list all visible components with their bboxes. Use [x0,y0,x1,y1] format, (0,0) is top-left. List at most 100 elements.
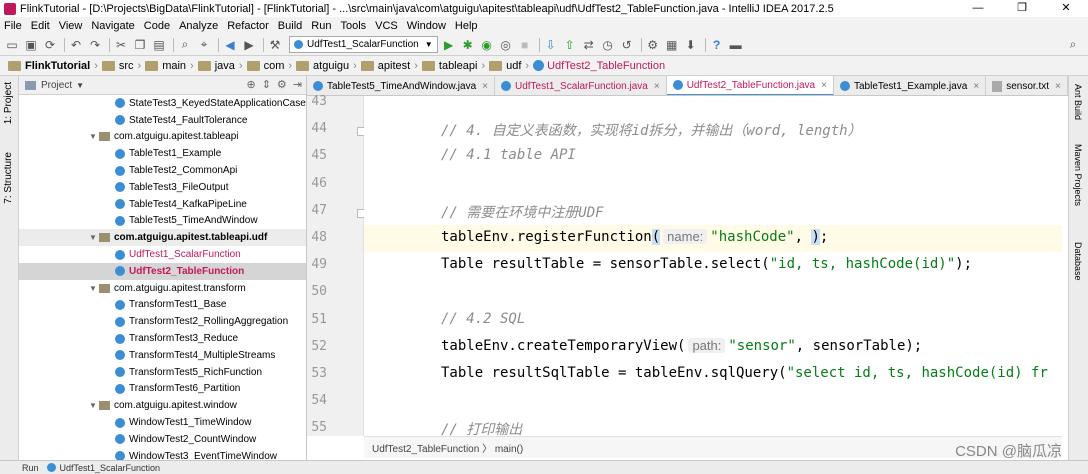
sync-icon[interactable]: ⟳ [42,37,58,53]
run-config-dropdown[interactable]: UdfTest1_ScalarFunction ▼ [289,36,438,53]
tree-class[interactable]: TransformTest6_Partition [19,381,306,398]
coverage-icon[interactable]: ◉ [479,37,495,53]
code-line[interactable]: Table resultSqlTable = tableEnv.sqlQuery… [441,365,1048,381]
menu-run[interactable]: Run [311,20,331,32]
menu-window[interactable]: Window [407,20,446,32]
hide-icon[interactable]: ⇥ [293,78,302,91]
maximize-button[interactable]: ❐ [1000,0,1044,17]
editor-tab[interactable]: TableTest1_Example.java × [834,76,987,95]
project-structure-icon[interactable]: ▦ [664,37,680,53]
project-panel-title[interactable]: Project [41,80,72,91]
menu-analyze[interactable]: Analyze [179,20,218,32]
breadcrumb-apitest[interactable]: apitest › [360,60,418,72]
code-line[interactable]: // 4.2 SQL [441,311,525,327]
tree-class[interactable]: TransformTest5_RichFunction [19,364,306,381]
tree-package[interactable]: ▼ com.atguigu.apitest.tableapi.udf [19,229,306,247]
search-everywhere-icon[interactable]: ⌕ [1065,37,1081,53]
tree-package[interactable]: ▼ com.atguigu.apitest.tableapi [19,129,306,146]
close-icon[interactable]: × [1055,81,1061,92]
help-icon[interactable]: ? [709,37,725,53]
ant-build-tool-tab[interactable]: Ant Build [1073,84,1083,120]
editor-tab[interactable]: UdfTest1_ScalarFunction.java × [495,76,667,95]
chevron-down-icon[interactable]: ▼ [89,401,99,410]
tree-class[interactable]: UdfTest1_ScalarFunction [19,246,306,263]
tree-class[interactable]: WindowTest1_TimeWindow [19,414,306,431]
chevron-down-icon[interactable]: ▼ [89,284,99,293]
tree-class[interactable]: UdfTest2_TableFunction [19,262,306,280]
code-editor[interactable]: // 4. 自定义表函数，实现将id拆分，并输出（word, length） //… [364,96,1062,436]
close-icon[interactable]: × [973,81,979,92]
minimize-button[interactable]: — [956,0,1000,17]
vcs-commit-icon[interactable]: ⇧ [562,37,578,53]
close-button[interactable]: ✕ [1044,0,1088,17]
database-tool-tab[interactable]: Database [1073,242,1083,281]
menu-edit[interactable]: Edit [31,20,50,32]
run-config-name[interactable]: UdfTest1_ScalarFunction [60,463,161,473]
tree-class[interactable]: TableTest2_CommonApi [19,162,306,179]
tree-class[interactable]: StateTest3_KeyedStateApplicationCase [19,95,306,112]
undo-icon[interactable]: ↶ [68,37,84,53]
code-line[interactable]: Table resultTable = sensorTable.select("… [441,256,972,272]
tree-class[interactable]: WindowTest3_EventTimeWindow [19,448,306,460]
breadcrumb-com[interactable]: com › [246,60,292,72]
tree-package[interactable]: ▼ com.atguigu.apitest.transform [19,280,306,297]
breadcrumb-current-class[interactable]: UdfTest2_TableFunction [533,60,665,72]
menu-build[interactable]: Build [278,20,302,32]
profile-icon[interactable]: ◎ [498,37,514,53]
code-line[interactable]: // 需要在环境中注册UDF [441,202,604,222]
breadcrumb-java[interactable]: java › [197,60,243,72]
tree-package[interactable]: ▼ com.atguigu.apitest.window [19,397,306,414]
debug-icon[interactable]: ✱ [460,37,476,53]
menu-vcs[interactable]: VCS [375,20,398,32]
editor-tab[interactable]: TableTest5_TimeAndWindow.java × [307,76,495,95]
tree-class[interactable]: TransformTest2_RollingAggregation [19,313,306,330]
tree-class[interactable]: TableTest3_FileOutput [19,179,306,196]
tree-class[interactable]: TransformTest1_Base [19,297,306,314]
replace-icon[interactable]: ⌖ [196,37,212,53]
forward-icon[interactable]: ▶ [241,37,257,53]
cut-icon[interactable]: ✂ [113,37,129,53]
code-line[interactable]: // 4.1 table API [441,147,576,163]
tree-class[interactable]: TableTest1_Example [19,145,306,162]
menu-refactor[interactable]: Refactor [227,20,269,32]
run-icon[interactable]: ▶ [441,37,457,53]
save-icon[interactable]: ▣ [23,37,39,53]
breadcrumb-src[interactable]: src › [101,60,141,72]
vcs-revert-icon[interactable]: ↺ [619,37,635,53]
copy-icon[interactable]: ❐ [132,37,148,53]
structure-tool-tab[interactable]: 7: Structure [3,152,14,204]
menu-help[interactable]: Help [455,20,478,32]
tree-class[interactable]: TransformTest3_Reduce [19,330,306,347]
collapse-icon[interactable]: ⇕ [262,78,271,91]
tree-class[interactable]: TransformTest4_MultipleStreams [19,347,306,364]
tree-class[interactable]: TableTest4_KafkaPipeLine [19,196,306,213]
sdk-icon[interactable]: ⬇ [683,37,699,53]
tree-class[interactable]: StateTest4_FaultTolerance [19,112,306,129]
menu-navigate[interactable]: Navigate [91,20,134,32]
breadcrumb-project[interactable]: FlinkTutorial › [8,60,98,72]
close-icon[interactable]: × [821,80,827,91]
redo-icon[interactable]: ↷ [87,37,103,53]
gear-icon[interactable]: ⚙ [277,78,287,91]
editor-tab[interactable]: UdfTest2_TableFunction.java × [666,76,834,95]
run-tool-tab[interactable]: Run [22,463,39,473]
chevron-down-icon[interactable]: ▼ [76,81,84,90]
paste-icon[interactable]: ▤ [151,37,167,53]
editor-tab[interactable]: sensor.txt × [986,76,1068,95]
breadcrumb-main[interactable]: main › [145,60,194,72]
vcs-compare-icon[interactable]: ⇄ [581,37,597,53]
code-line[interactable]: // 4. 自定义表函数，实现将id拆分，并输出（word, length） [441,120,862,140]
menu-code[interactable]: Code [144,20,170,32]
editor-breadcrumb-text[interactable]: UdfTest2_TableFunction 〉 main() [372,440,523,455]
menu-tools[interactable]: Tools [340,20,366,32]
code-line[interactable]: tableEnv.registerFunction(name: "hashCode… [441,229,828,245]
project-tool-tab[interactable]: 1: Project [3,82,14,124]
menu-file[interactable]: File [4,20,22,32]
find-icon[interactable]: ⌕ [177,37,193,53]
close-icon[interactable]: × [654,81,660,92]
breadcrumb-atguigu[interactable]: atguigu › [296,60,357,72]
code-line[interactable]: // 打印输出 [441,419,522,436]
close-icon[interactable]: × [482,81,488,92]
tree-class[interactable]: TableTest5_TimeAndWindow [19,213,306,230]
terminal-icon[interactable]: ▬ [728,37,744,53]
